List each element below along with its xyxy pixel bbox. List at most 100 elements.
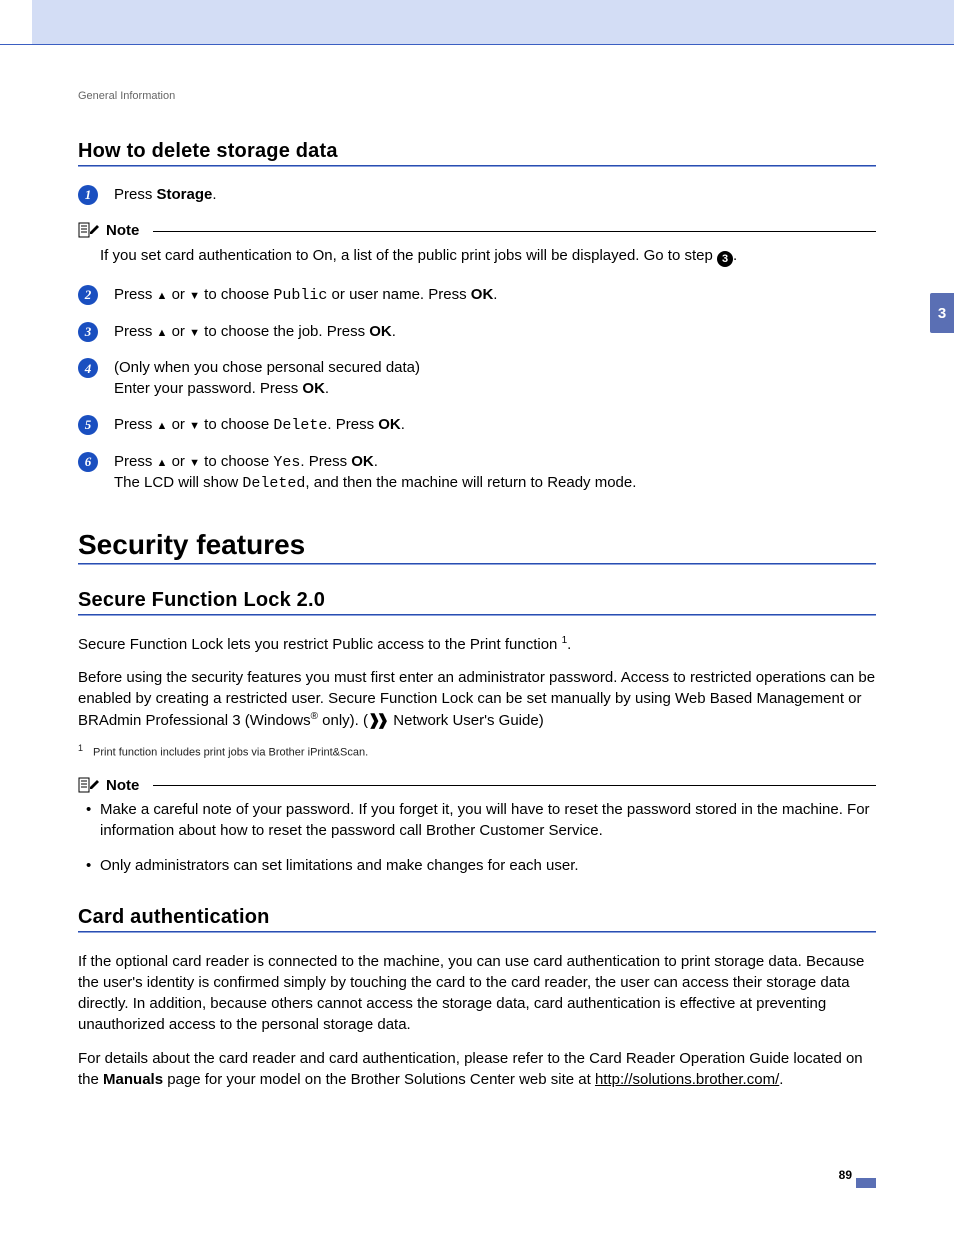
step-text: Press [114, 186, 157, 203]
step-text: The LCD will show [114, 474, 242, 491]
step-list-delete: 1 Press Storage. Note If you set card au… [78, 185, 876, 495]
registered-mark: ® [311, 711, 318, 722]
period: . [733, 247, 737, 264]
step-text: or user name. Press [327, 286, 470, 303]
note-bullet-1: Make a careful note of your password. If… [86, 799, 876, 841]
step-text: to choose [200, 453, 273, 470]
card-paragraph-2: For details about the card reader and ca… [78, 1048, 876, 1091]
step-number-icon: 3 [78, 322, 98, 342]
step-text: or [167, 323, 189, 340]
heading-rule [78, 614, 876, 616]
top-accent-strip [0, 0, 954, 45]
step-text: Press [114, 286, 157, 303]
step-5: 5 Press or to choose Delete. Press OK. [78, 415, 876, 436]
step-text: (Only when you chose personal secured da… [114, 359, 420, 376]
footnote-text: Print function includes print jobs via B… [93, 747, 368, 759]
card-paragraph-1: If the optional card reader is connected… [78, 951, 876, 1036]
step-number-icon: 4 [78, 358, 98, 378]
step-number-icon: 5 [78, 415, 98, 435]
step-text: Enter your password. Press [114, 380, 302, 397]
note-bullet-list: Make a careful note of your password. If… [78, 799, 876, 876]
step-2: 2 Press or to choose Public or user name… [78, 285, 876, 306]
note-label: Note [106, 777, 139, 794]
step-text: . Press [327, 416, 378, 433]
note-text: If you set card authentication to On, a … [100, 247, 717, 264]
step-number-icon: 6 [78, 452, 98, 472]
page-number-accent [856, 1178, 876, 1188]
heading-rule [78, 563, 876, 565]
note-block-2: Note Make a careful note of your passwor… [78, 777, 876, 876]
body-text: page for your model on the Brother Solut… [163, 1071, 595, 1088]
period: . [374, 453, 378, 470]
note-bullet-2: Only administrators can set limitations … [86, 855, 876, 876]
footnote-1: 1 Print function includes print jobs via … [78, 743, 876, 759]
heading-delete-storage: How to delete storage data [78, 140, 876, 163]
top-strip-notch [0, 0, 32, 44]
step-text: . Press [300, 453, 351, 470]
period: . [212, 186, 216, 203]
heading-sfl: Secure Function Lock 2.0 [78, 589, 876, 612]
manuals-label: Manuals [103, 1071, 163, 1088]
period: . [779, 1071, 783, 1088]
running-head: General Information [78, 90, 876, 102]
note-body: If you set card authentication to On, a … [78, 246, 876, 267]
step-text: to choose the job. Press [200, 323, 369, 340]
footnote-number: 1 [78, 743, 83, 753]
heading-rule [78, 931, 876, 933]
step-text: or [167, 286, 189, 303]
ok-label: OK [302, 380, 325, 397]
note-pencil-icon [78, 222, 100, 240]
lcd-text-deleted: Deleted [242, 475, 305, 492]
note-rule [153, 231, 876, 232]
step-text: Press [114, 416, 157, 433]
sfl-paragraph-2: Before using the security features you m… [78, 667, 876, 731]
cross-ref: Network User's Guide) [389, 712, 544, 729]
step-text: to choose [200, 416, 273, 433]
ok-label: OK [378, 416, 401, 433]
lcd-text-public: Public [273, 287, 327, 304]
body-text: Secure Function Lock lets you restrict P… [78, 636, 562, 653]
up-arrow-icon [157, 323, 168, 340]
heading-rule [78, 165, 876, 167]
step-6: 6 Press or to choose Yes. Press OK. The … [78, 452, 876, 495]
note-label: Note [106, 221, 139, 241]
ok-label: OK [471, 286, 494, 303]
storage-label: Storage [157, 186, 213, 203]
note-block-1: Note If you set card authentication to O… [78, 221, 876, 267]
heading-security-features: Security features [78, 529, 876, 561]
step-text: or [167, 416, 189, 433]
lcd-text-delete: Delete [273, 417, 327, 434]
step-number-icon: 2 [78, 285, 98, 305]
ok-label: OK [351, 453, 374, 470]
sfl-paragraph-1: Secure Function Lock lets you restrict P… [78, 634, 876, 655]
note-rule [153, 785, 876, 786]
solutions-link[interactable]: http://solutions.brother.com/ [595, 1071, 779, 1088]
step-4: 4 (Only when you chose personal secured … [78, 358, 876, 399]
step-text: , and then the machine will return to Re… [305, 474, 636, 491]
page-body: General Information 3 How to delete stor… [0, 45, 954, 1222]
body-text: only). ( [318, 712, 368, 729]
lcd-text-yes: Yes [273, 454, 300, 471]
page-number: 89 [839, 1168, 852, 1182]
double-pointer-icon [368, 712, 389, 729]
up-arrow-icon [157, 286, 168, 303]
step-text: or [167, 453, 189, 470]
period: . [493, 286, 497, 303]
step-ref-3-icon: 3 [717, 251, 733, 267]
up-arrow-icon [157, 453, 168, 470]
chapter-tab: 3 [930, 293, 954, 333]
period: . [392, 323, 396, 340]
step-3: 3 Press or to choose the job. Press OK. [78, 322, 876, 342]
note-pencil-icon [78, 777, 100, 795]
step-1: 1 Press Storage. [78, 185, 876, 205]
up-arrow-icon [157, 416, 168, 433]
step-text: Press [114, 453, 157, 470]
step-text: to choose [200, 286, 273, 303]
step-text: Press [114, 323, 157, 340]
step-number-icon: 1 [78, 185, 98, 205]
ok-label: OK [369, 323, 392, 340]
heading-card-auth: Card authentication [78, 906, 876, 929]
footer-area: 89 [78, 1102, 876, 1182]
period: . [325, 380, 329, 397]
period: . [401, 416, 405, 433]
